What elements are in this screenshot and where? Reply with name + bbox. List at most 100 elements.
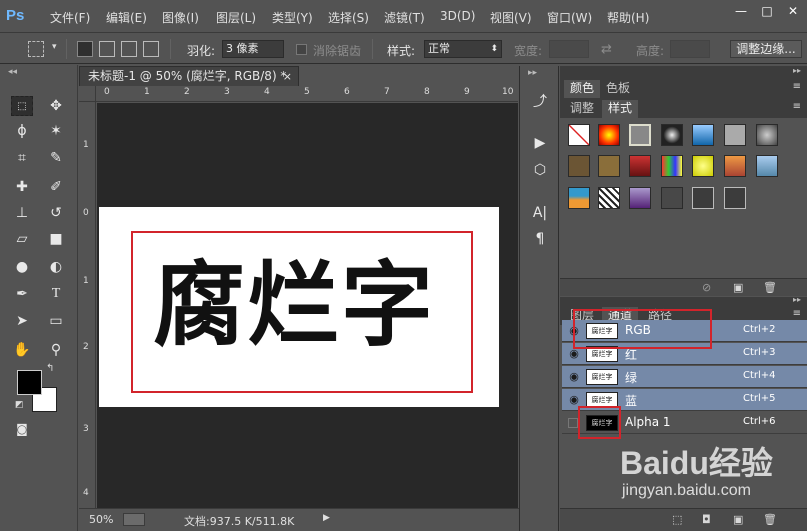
default-colors-icon[interactable]: ◩ <box>15 400 24 410</box>
swap-colors-icon[interactable]: ↰ <box>46 363 54 374</box>
character-panel-icon[interactable]: A| <box>529 203 551 223</box>
panel-menu-icon[interactable]: ≡ <box>793 308 801 319</box>
document-tab[interactable]: 未标题-1 @ 50% (腐烂字, RGB/8) * × <box>79 66 299 86</box>
marquee-preset-icon[interactable] <box>28 41 44 57</box>
tab-swatches[interactable]: 色板 <box>600 80 636 98</box>
tab-styles[interactable]: 样式 <box>602 100 639 118</box>
tab-adjustments[interactable]: 调整 <box>564 100 600 118</box>
paragraph-panel-icon[interactable]: ¶ <box>529 229 551 249</box>
panel-menu-icon[interactable]: ≡ <box>793 81 801 92</box>
visibility-toggle[interactable] <box>568 418 578 428</box>
rectangle-tool-icon[interactable]: ▭ <box>45 311 67 331</box>
menu-layer[interactable]: 图层(L) <box>216 9 256 26</box>
menu-edit[interactable]: 编辑(E) <box>106 9 147 26</box>
status-menu-arrow-icon[interactable]: ▶ <box>323 513 330 523</box>
canvas-area[interactable]: 腐烂字 <box>97 103 518 508</box>
swap-icon[interactable]: ⇄ <box>601 42 612 57</box>
menu-file[interactable]: 文件(F) <box>50 9 90 26</box>
close-icon[interactable]: × <box>283 67 292 86</box>
eye-icon[interactable]: ◉ <box>568 370 580 383</box>
menu-view[interactable]: 视图(V) <box>490 9 532 26</box>
style-swatch[interactable] <box>661 155 683 177</box>
style-swatch[interactable] <box>629 155 651 177</box>
style-swatch[interactable] <box>692 187 714 209</box>
load-selection-icon[interactable]: ⬚ <box>672 513 682 526</box>
width-input[interactable] <box>549 40 589 58</box>
zoom-level[interactable]: 50% <box>89 513 113 526</box>
minimize-button[interactable]: — <box>730 4 752 20</box>
brush-tool-icon[interactable]: ✐ <box>45 177 67 197</box>
menu-filter[interactable]: 滤镜(T) <box>384 9 425 26</box>
close-button[interactable]: ✕ <box>782 4 804 20</box>
add-selection-icon[interactable] <box>99 41 115 57</box>
menu-select[interactable]: 选择(S) <box>328 9 369 26</box>
save-selection-icon[interactable]: ◘ <box>702 513 711 526</box>
style-swatch[interactable] <box>661 187 683 209</box>
new-selection-icon[interactable] <box>77 41 93 57</box>
no-style-icon[interactable]: ⊘ <box>702 281 711 294</box>
style-select[interactable]: 正常 ⬍ <box>424 40 502 58</box>
eraser-tool-icon[interactable]: ▱ <box>11 229 33 249</box>
foreground-color-swatch[interactable] <box>17 370 42 395</box>
move-tool-icon[interactable]: ✥ <box>45 96 67 116</box>
new-channel-icon[interactable]: ▣ <box>733 513 743 526</box>
collapse-icon[interactable]: ▸▸ <box>793 66 801 75</box>
antialias-checkbox[interactable] <box>296 44 307 55</box>
menu-3d[interactable]: 3D(D) <box>440 9 475 23</box>
collapse-icon[interactable]: ◂◂ <box>8 67 17 77</box>
menu-type[interactable]: 类型(Y) <box>272 9 313 26</box>
style-swatch[interactable] <box>724 187 746 209</box>
path-selection-tool-icon[interactable]: ➤ <box>11 311 33 331</box>
collapse-icon[interactable]: ▸▸ <box>793 295 801 304</box>
style-swatch[interactable] <box>724 124 746 146</box>
chevron-down-icon[interactable]: ▾ <box>52 42 57 52</box>
quick-mask-icon[interactable]: ◙ <box>11 419 33 439</box>
blur-tool-icon[interactable]: ● <box>11 257 33 277</box>
document-canvas[interactable]: 腐烂字 <box>99 207 499 407</box>
menu-window[interactable]: 窗口(W) <box>547 9 592 26</box>
expand-icon[interactable]: ▸▸ <box>528 68 537 78</box>
3d-panel-icon[interactable]: ⬡ <box>529 160 551 180</box>
style-swatch[interactable] <box>661 124 683 146</box>
menu-help[interactable]: 帮助(H) <box>607 9 649 26</box>
rect-marquee-tool-icon[interactable]: ⬚ <box>11 96 33 116</box>
style-swatch[interactable] <box>756 155 778 177</box>
style-swatch[interactable] <box>568 155 590 177</box>
style-none-swatch[interactable] <box>568 124 590 146</box>
feather-input[interactable]: 3 像素 <box>222 40 284 58</box>
refine-edge-button[interactable]: 调整边缘... <box>730 40 802 58</box>
height-input[interactable] <box>670 40 710 58</box>
dodge-tool-icon[interactable]: ◐ <box>45 257 67 277</box>
restore-button[interactable]: □ <box>756 4 778 20</box>
eye-icon[interactable]: ◉ <box>568 393 580 406</box>
crop-tool-icon[interactable]: ⌗ <box>11 148 33 168</box>
style-swatch[interactable] <box>598 187 620 209</box>
channel-row-green[interactable]: ◉ 腐烂字 绿 Ctrl+4 <box>562 366 807 388</box>
trash-icon[interactable]: 🗑 <box>763 281 777 294</box>
zoom-tool-icon[interactable]: ⚲ <box>45 340 67 360</box>
trash-icon[interactable]: 🗑 <box>763 513 777 526</box>
lasso-tool-icon[interactable]: ϕ <box>11 121 33 141</box>
style-swatch[interactable] <box>598 124 620 146</box>
style-swatch[interactable] <box>692 124 714 146</box>
pen-tool-icon[interactable]: ✒ <box>11 284 33 304</box>
panel-menu-icon[interactable]: ≡ <box>793 101 801 112</box>
history-panel-icon[interactable]: ⤴ <box>529 92 551 112</box>
tab-color[interactable]: 颜色 <box>564 80 601 98</box>
intersect-selection-icon[interactable] <box>143 41 159 57</box>
style-swatch[interactable] <box>756 124 778 146</box>
type-tool-icon[interactable]: T <box>45 284 67 304</box>
style-swatch[interactable] <box>568 187 590 209</box>
new-style-icon[interactable]: ▣ <box>733 281 743 294</box>
healing-brush-tool-icon[interactable]: ✚ <box>11 177 33 197</box>
actions-panel-icon[interactable]: ▶ <box>529 133 551 153</box>
style-swatch[interactable] <box>724 155 746 177</box>
style-swatch[interactable] <box>692 155 714 177</box>
eyedropper-tool-icon[interactable]: ✎ <box>45 148 67 168</box>
clone-stamp-tool-icon[interactable]: ⊥ <box>11 203 33 223</box>
style-swatch[interactable] <box>629 187 651 209</box>
subtract-selection-icon[interactable] <box>121 41 137 57</box>
style-swatch[interactable] <box>629 124 651 146</box>
hand-tool-icon[interactable]: ✋ <box>11 340 33 360</box>
zoom-preview-icon[interactable] <box>123 513 145 526</box>
